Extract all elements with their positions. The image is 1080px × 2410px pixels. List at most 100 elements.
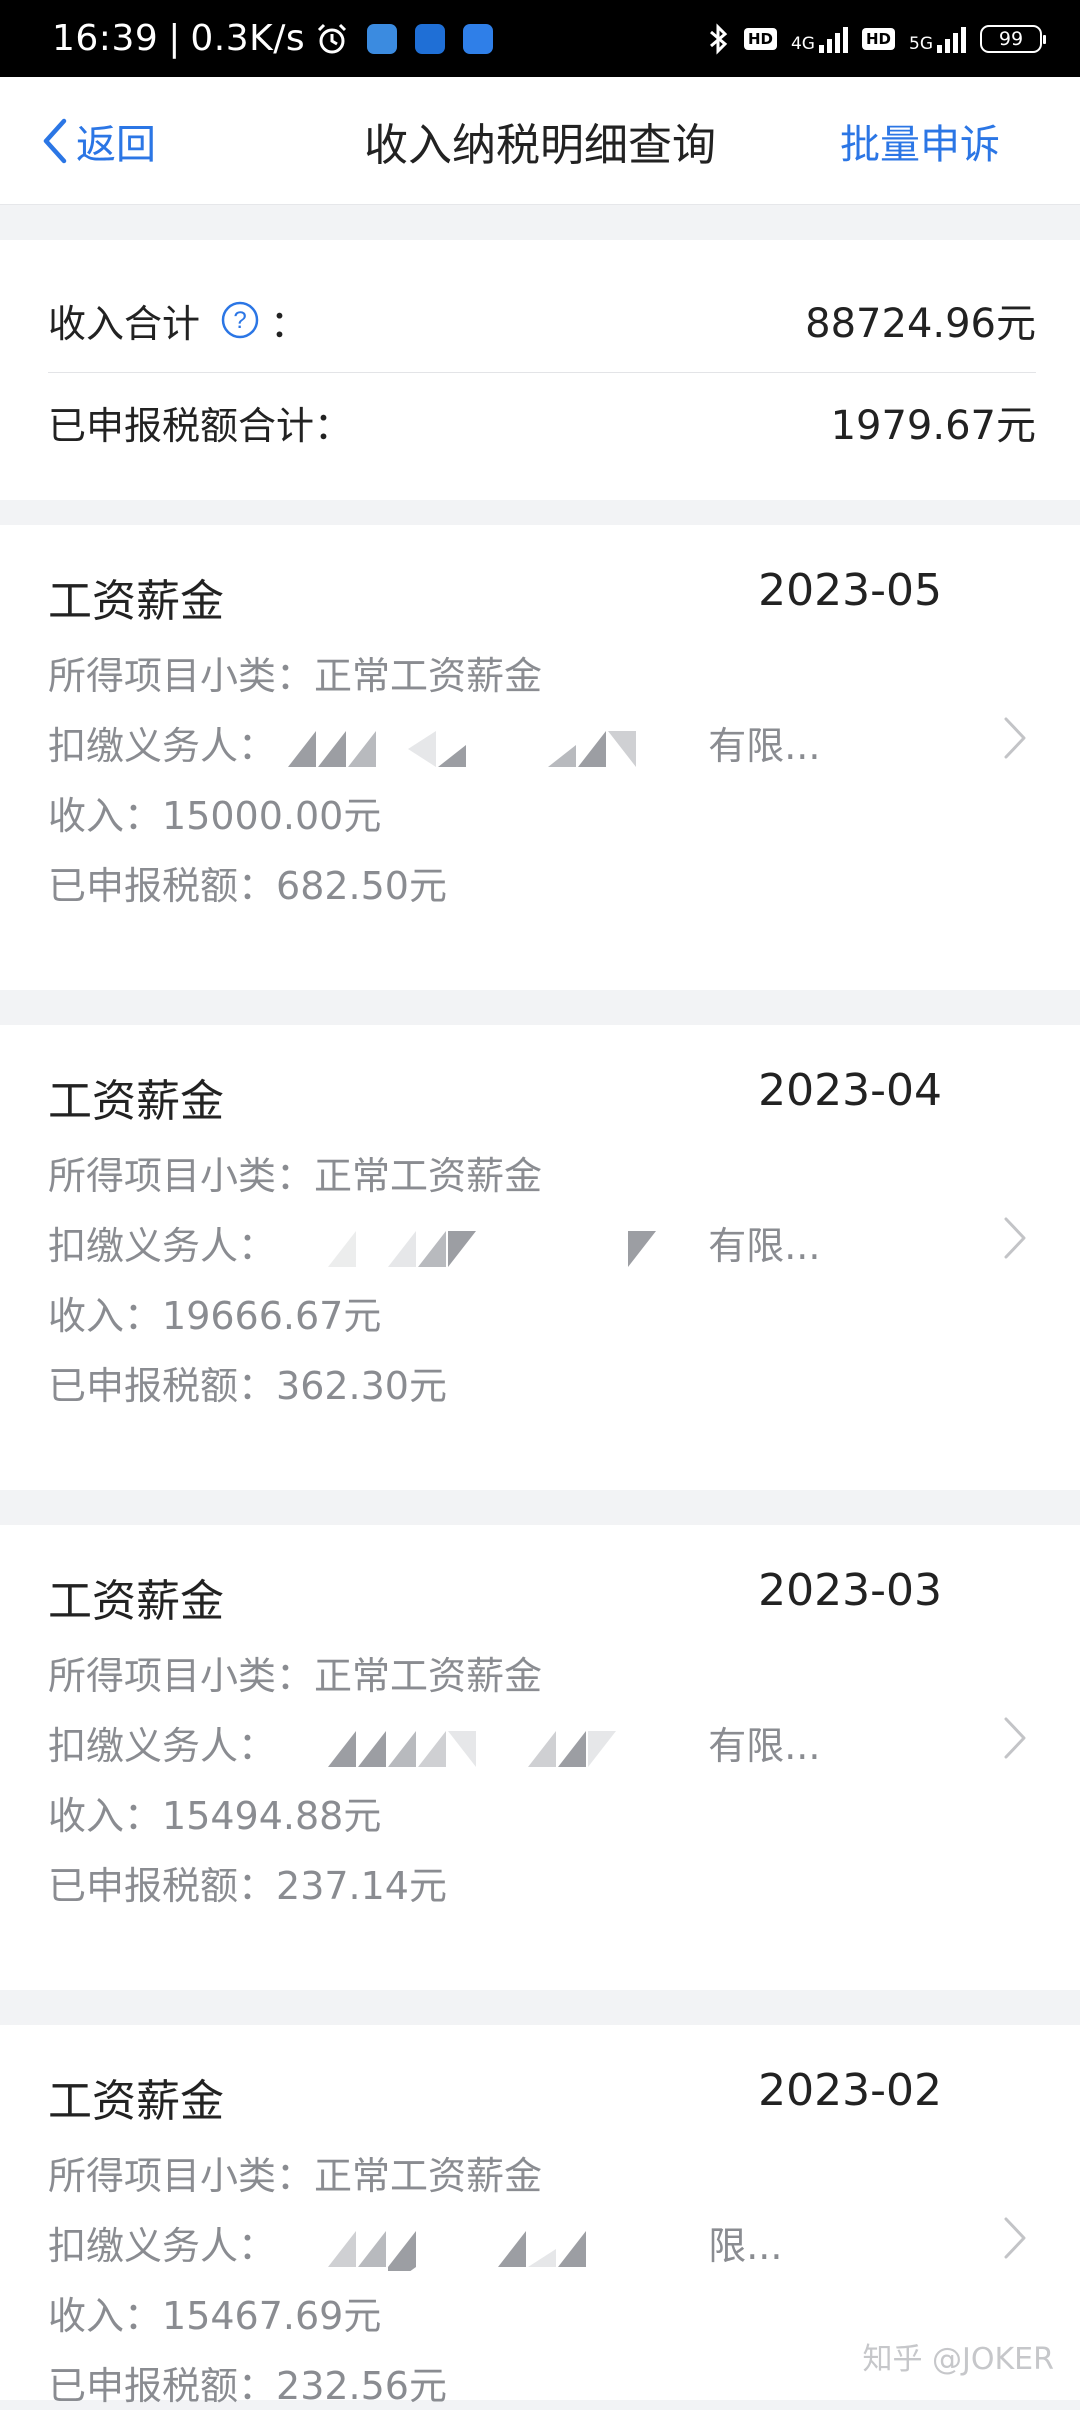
income-total-value: 88724.96元 (805, 301, 1036, 347)
record-subcategory-line: 所得项目小类：正常工资薪金 (48, 645, 900, 700)
battery-level: 99 (998, 27, 1024, 50)
record-payer-line: 扣缴义务人： 有限... (48, 715, 900, 771)
redacted-payer-name (288, 2227, 688, 2271)
tax-value: 232.56元 (276, 2364, 447, 2408)
income-value: 15494.88元 (162, 1794, 382, 1838)
hd-badge: HD (861, 27, 895, 50)
record-item[interactable]: 工资薪金 2023-04 所得项目小类：正常工资薪金 扣缴义务人： 有限... … (0, 1025, 1080, 1490)
record-period: 2023-04 (758, 1065, 942, 1116)
tax-total-label: 已申报税额合计： (48, 403, 353, 448)
subcategory-label: 所得项目小类： (48, 1654, 315, 1698)
record-income-line: 收入：15494.88元 (48, 1785, 900, 1840)
record-subcategory-line: 所得项目小类：正常工资薪金 (48, 1145, 900, 1200)
battery-icon: 99 (980, 24, 1046, 53)
record-category: 工资薪金 (48, 2076, 224, 2127)
network-type-label: 4G (790, 33, 815, 54)
tax-label: 已申报税额： (48, 1864, 277, 1908)
app-notification-icon (367, 23, 398, 54)
signal-bars-icon (937, 25, 966, 53)
payer-label: 扣缴义务人： (48, 1224, 277, 1268)
status-bar: 16:39 | 0.3K/s HD 4G HD 5G 99 (0, 0, 1080, 77)
summary-card: 收入合计 ? ： 88724.96元 已申报税额合计： 1979.67元 (0, 240, 1080, 500)
divider (48, 372, 1036, 373)
income-value: 15000.00元 (162, 794, 382, 838)
record-income-line: 收入：19666.67元 (48, 1285, 900, 1340)
redacted-payer-name (288, 1727, 688, 1771)
subcategory-label: 所得项目小类： (48, 2154, 315, 2198)
subcategory-value: 正常工资薪金 (314, 1154, 543, 1198)
subcategory-value: 正常工资薪金 (314, 2154, 543, 2198)
app-notification-icon (415, 23, 446, 54)
record-category: 工资薪金 (48, 1076, 224, 1127)
redacted-payer-name (288, 1227, 688, 1271)
income-label: 收入： (48, 794, 163, 838)
payer-suffix: 有限... (708, 724, 821, 768)
record-period: 2023-02 (758, 2065, 942, 2116)
tax-value: 682.50元 (276, 864, 447, 908)
income-label: 收入： (48, 1294, 163, 1338)
status-separator: | (168, 18, 181, 59)
record-item[interactable]: 工资薪金 2023-05 所得项目小类：正常工资薪金 扣缴义务人： 有限... … (0, 525, 1080, 990)
batch-appeal-button[interactable]: 批量申诉 (840, 77, 1000, 205)
tax-label: 已申报税额： (48, 1364, 277, 1408)
record-subcategory-line: 所得项目小类：正常工资薪金 (48, 1645, 900, 1700)
chevron-right-icon (1004, 1217, 1026, 1259)
help-icon[interactable]: ? (220, 300, 260, 340)
status-left: 16:39 | 0.3K/s (52, 18, 494, 59)
signal-4g: 4G (791, 25, 848, 53)
payer-label: 扣缴义务人： (48, 1724, 277, 1768)
subcategory-value: 正常工资薪金 (314, 1654, 543, 1698)
record-category: 工资薪金 (48, 576, 224, 627)
network-type-label: 5G (909, 33, 933, 54)
colon: ： (270, 301, 309, 346)
alarm-icon (315, 22, 349, 56)
tax-total-row: 已申报税额合计： 1979.67元 (48, 382, 1036, 462)
income-total-row: 收入合计 ? ： 88724.96元 (48, 280, 1036, 360)
record-income-line: 收入：15000.00元 (48, 785, 900, 840)
tax-total-value: 1979.67元 (830, 403, 1036, 449)
record-tax-line: 已申报税额：682.50元 (48, 855, 900, 910)
svg-text:?: ? (233, 307, 246, 334)
record-tax-line: 已申报税额：232.56元 (48, 2355, 900, 2410)
tax-value: 362.30元 (276, 1364, 447, 1408)
record-tax-line: 已申报税额：362.30元 (48, 1355, 900, 1410)
tax-value: 237.14元 (276, 1864, 447, 1908)
record-item[interactable]: 工资薪金 2023-03 所得项目小类：正常工资薪金 扣缴义务人： 有限... … (0, 1525, 1080, 1990)
payer-suffix: 有限... (708, 1224, 821, 1268)
record-period: 2023-05 (758, 565, 942, 616)
signal-bars-icon (818, 25, 848, 53)
status-right: HD 4G HD 5G 99 (708, 22, 1046, 56)
record-category: 工资薪金 (48, 1576, 224, 1627)
record-payer-line: 扣缴义务人： 有限... (48, 1215, 900, 1271)
subcategory-value: 正常工资薪金 (314, 654, 543, 698)
payer-label: 扣缴义务人： (48, 724, 277, 768)
record-payer-line: 扣缴义务人： 有限... (48, 1715, 900, 1771)
tax-label: 已申报税额： (48, 864, 277, 908)
income-label: 收入： (48, 1794, 163, 1838)
record-payer-line: 扣缴义务人： 限... (48, 2215, 900, 2271)
redacted-payer-name (288, 727, 688, 771)
record-income-line: 收入：15467.69元 (48, 2285, 900, 2340)
subcategory-label: 所得项目小类： (48, 1154, 315, 1198)
bluetooth-icon (708, 22, 730, 56)
subcategory-label: 所得项目小类： (48, 654, 315, 698)
payer-suffix: 限... (708, 2224, 783, 2268)
status-net-speed: 0.3K/s (190, 18, 306, 59)
record-tax-line: 已申报税额：237.14元 (48, 1855, 900, 1910)
status-time: 16:39 (52, 18, 159, 59)
tax-label: 已申报税额： (48, 2364, 277, 2408)
app-notification-icon (463, 23, 494, 54)
chevron-right-icon (1004, 717, 1026, 759)
chevron-right-icon (1004, 1717, 1026, 1759)
payer-suffix: 有限... (708, 1724, 821, 1768)
chevron-right-icon (1004, 2217, 1026, 2259)
payer-label: 扣缴义务人： (48, 2224, 277, 2268)
income-value: 15467.69元 (162, 2294, 382, 2338)
hd-badge: HD (743, 27, 777, 50)
nav-bar: 返回 收入纳税明细查询 批量申诉 (0, 77, 1080, 205)
income-label: 收入： (48, 2294, 163, 2338)
watermark: 知乎 @JOKER (862, 2342, 1054, 2377)
record-subcategory-line: 所得项目小类：正常工资薪金 (48, 2145, 900, 2200)
record-period: 2023-03 (758, 1565, 942, 1616)
income-total-label: 收入合计 (48, 301, 201, 346)
